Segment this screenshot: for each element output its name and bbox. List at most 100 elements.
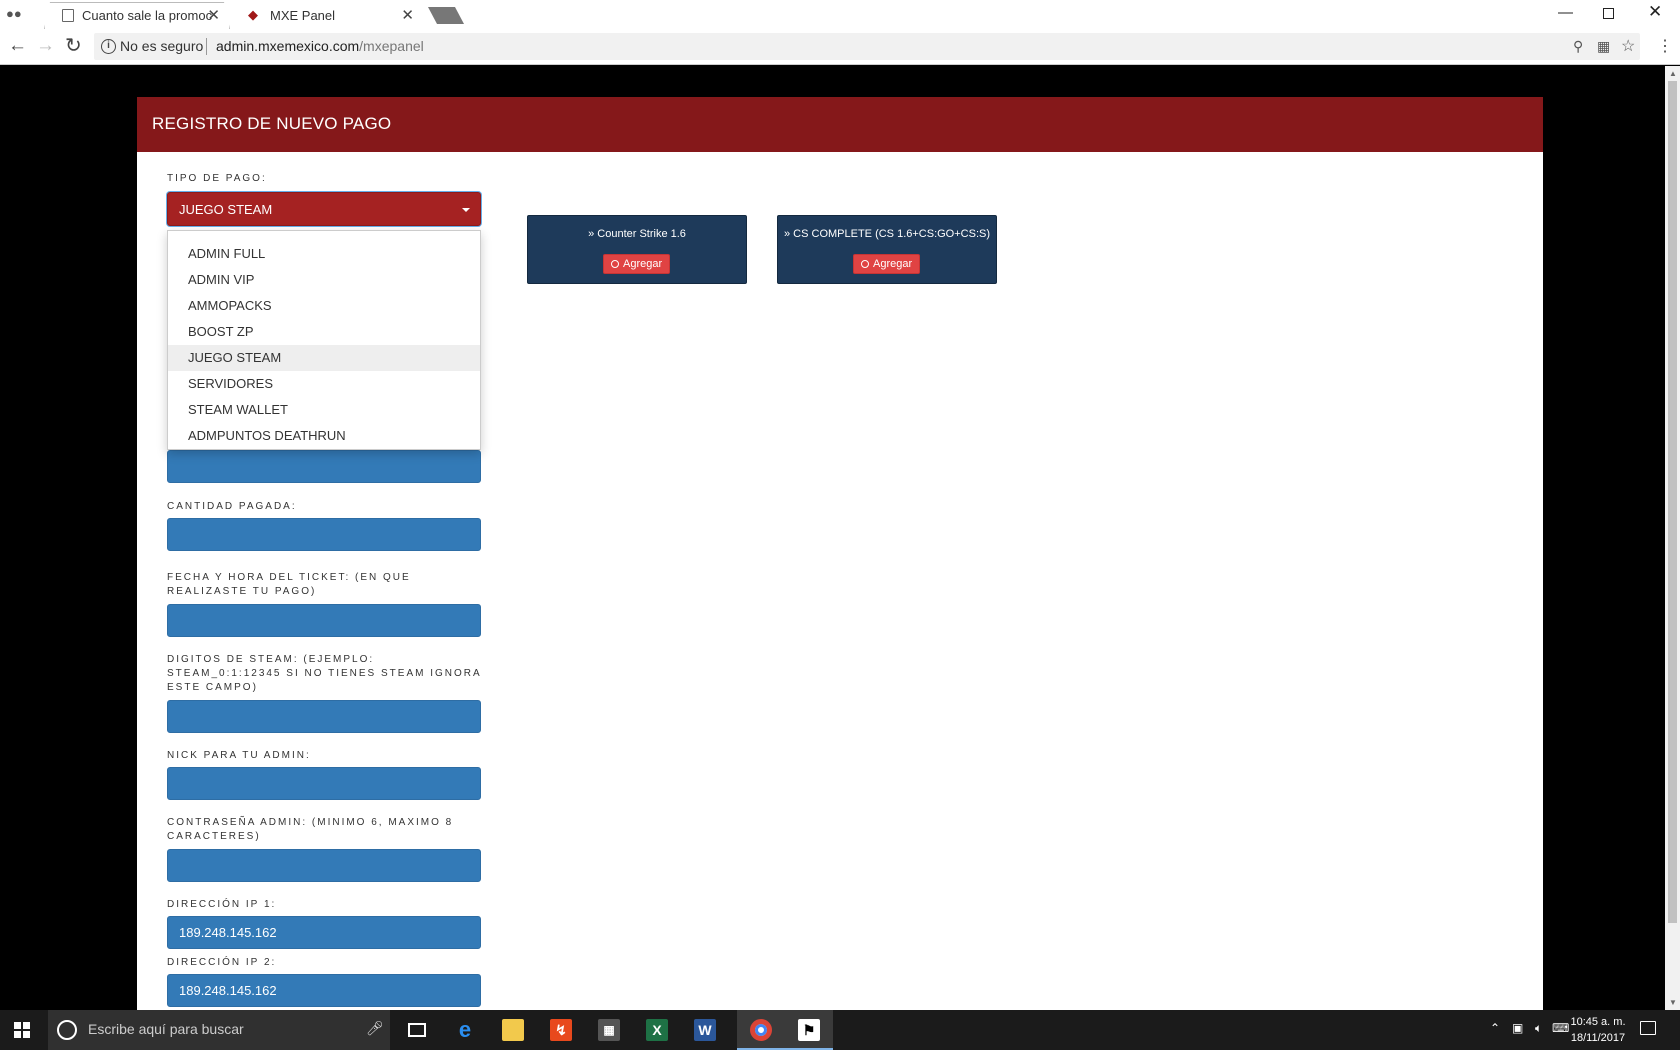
nick-label: NICK PARA TU ADMIN:: [167, 750, 311, 761]
payment-panel: REGISTRO DE NUEVO PAGO TIPO DE PAGO: JUE…: [137, 97, 1543, 1010]
chrome-icon: [750, 1019, 772, 1041]
pdf-icon: ↯: [550, 1019, 572, 1041]
folder-icon: [502, 1019, 524, 1041]
browser-tab-1[interactable]: Cuanto sale la promocio ✕: [44, 2, 230, 29]
key-icon[interactable]: ⚲: [1573, 38, 1583, 55]
word-button[interactable]: W: [681, 1010, 729, 1050]
notification-icon[interactable]: [1640, 1021, 1656, 1035]
tipo-de-pago-select[interactable]: JUEGO STEAM: [167, 192, 481, 226]
cantidad-label: CANTIDAD PAGADA:: [167, 501, 297, 512]
counter-strike-button[interactable]: ⚑: [785, 1010, 833, 1050]
translate-icon[interactable]: ▦: [1597, 38, 1610, 55]
tab-title: Cuanto sale la promocio: [82, 8, 212, 23]
add-product-button[interactable]: Agregar: [853, 254, 921, 274]
restore-icon[interactable]: [1603, 8, 1614, 19]
security-label[interactable]: No es seguro: [120, 38, 203, 54]
product-card-cs16: » Counter Strike 1.6 Agregar: [527, 215, 747, 284]
browser-tab-2[interactable]: ◆ MXE Panel ✕: [232, 2, 424, 29]
url-text[interactable]: admin.mxemexico.com/mxepanel: [216, 38, 424, 54]
clock-time: 10:45 a. m.: [1570, 1016, 1626, 1028]
volume-icon[interactable]: 🔈︎: [1535, 1021, 1542, 1036]
fecha-input[interactable]: [167, 604, 481, 637]
tab-title: MXE Panel: [270, 8, 336, 23]
edge-icon: e: [458, 1017, 472, 1042]
chrome-button[interactable]: [737, 1010, 785, 1050]
task-view-button[interactable]: [393, 1010, 441, 1050]
edge-button[interactable]: e: [441, 1010, 489, 1050]
select-value: JUEGO STEAM: [179, 202, 273, 217]
password-input[interactable]: [167, 849, 481, 882]
chevrons-right-icon: »: [588, 228, 598, 240]
windows-start-icon[interactable]: [14, 1022, 30, 1038]
close-tab-icon[interactable]: ✕: [207, 6, 220, 24]
calculator-button[interactable]: ▦: [585, 1010, 633, 1050]
info-icon[interactable]: i: [101, 39, 116, 54]
circle-icon: [861, 260, 869, 268]
dropdown-option[interactable]: AMMOPACKS: [168, 293, 480, 319]
chevrons-right-icon: »: [783, 228, 794, 240]
search-placeholder: Escribe aquí para buscar: [88, 1021, 244, 1037]
dropdown-option[interactable]: ADMPUNTOS DEATHRUN: [168, 423, 480, 449]
network-icon[interactable]: ▣: [1512, 1021, 1523, 1035]
address-bar[interactable]: i No es seguro admin.mxemexico.com/mxepa…: [94, 33, 1640, 60]
dropdown-option[interactable]: BOOST ZP: [168, 319, 480, 345]
incognito-icon: ●●: [6, 6, 22, 21]
close-tab-icon[interactable]: ✕: [401, 6, 414, 24]
chevron-up-icon[interactable]: ⌃: [1490, 1021, 1500, 1035]
dropdown-option[interactable]: STEAM WALLET: [168, 397, 480, 423]
page-scrollbar[interactable]: ▲ ▼: [1665, 66, 1680, 1010]
microphone-icon[interactable]: 🎤︎: [366, 1020, 384, 1037]
dropdown-option[interactable]: ADMIN VIP: [168, 267, 480, 293]
ip1-input[interactable]: 189.248.145.162: [167, 916, 481, 949]
circle-icon: [611, 260, 619, 268]
hidden-blue-input[interactable]: [167, 450, 481, 483]
new-tab-button[interactable]: [428, 7, 464, 24]
password-label: CONTRASEÑA ADMIN: (MINIMO 6, MAXIMO 8 CA…: [167, 817, 454, 842]
site-favicon-icon: ◆: [248, 7, 258, 22]
add-button-label: Agregar: [873, 258, 913, 270]
product-title: » Counter Strike 1.6: [528, 228, 746, 240]
scroll-up-icon[interactable]: ▲: [1669, 69, 1677, 78]
page-title: REGISTRO DE NUEVO PAGO: [152, 114, 392, 133]
scroll-down-icon[interactable]: ▼: [1669, 998, 1677, 1007]
dropdown-option[interactable]: SERVIDORES: [168, 371, 480, 397]
steam-input[interactable]: [167, 700, 481, 733]
task-view-icon: [408, 1023, 426, 1037]
taskbar-clock[interactable]: 10:45 a. m. 18/11/2017: [1563, 1014, 1633, 1046]
word-icon: W: [694, 1019, 716, 1041]
caret-down-icon: [462, 208, 470, 212]
counter-strike-icon: ⚑: [798, 1019, 820, 1041]
menu-dots-icon[interactable]: ⋮: [1657, 36, 1673, 56]
calculator-icon: ▦: [598, 1019, 620, 1041]
product-name: Counter Strike 1.6: [597, 228, 686, 240]
close-window-icon[interactable]: ✕: [1648, 2, 1662, 22]
product-title: » CS COMPLETE (CS 1.6+CS:GO+CS:S): [778, 228, 996, 240]
windows-taskbar: Escribe aquí para buscar 🎤︎ e ↯ ▦ X W ⚑ …: [0, 1010, 1680, 1050]
ip2-input[interactable]: 189.248.145.162: [167, 974, 481, 1007]
cortana-icon: [57, 1020, 77, 1040]
product-name: CS COMPLETE (CS 1.6+CS:GO+CS:S): [793, 228, 991, 240]
add-button-label: Agregar: [623, 258, 663, 270]
forward-arrow-icon[interactable]: →: [36, 35, 55, 57]
scrollbar-thumb[interactable]: [1668, 81, 1677, 923]
dropdown-option[interactable]: ADMIN FULL: [168, 241, 480, 267]
dropdown-option-selected[interactable]: JUEGO STEAM: [168, 345, 480, 371]
browser-tab-strip: ●● Cuanto sale la promocio ✕ ◆ MXE Panel…: [0, 0, 1680, 29]
minimize-icon[interactable]: —: [1558, 4, 1573, 21]
cantidad-input[interactable]: [167, 518, 481, 551]
excel-button[interactable]: X: [633, 1010, 681, 1050]
ip2-label: DIRECCIÓN IP 2:: [167, 957, 277, 968]
clock-date: 18/11/2017: [1570, 1032, 1626, 1044]
bookmark-star-icon[interactable]: ☆: [1621, 36, 1635, 56]
add-product-button[interactable]: Agregar: [603, 254, 671, 274]
fecha-label: FECHA Y HORA DEL TICKET: (EN QUE REALIZA…: [167, 572, 411, 597]
pdf-reader-button[interactable]: ↯: [537, 1010, 585, 1050]
nick-input[interactable]: [167, 767, 481, 800]
reload-icon[interactable]: ↻: [65, 33, 82, 58]
taskbar-search-box[interactable]: Escribe aquí para buscar 🎤︎: [48, 1010, 390, 1050]
url-path: /mxepanel: [359, 38, 424, 54]
file-explorer-button[interactable]: [489, 1010, 537, 1050]
page-icon: [62, 9, 74, 22]
product-card-cs-complete: » CS COMPLETE (CS 1.6+CS:GO+CS:S) Agrega…: [777, 215, 997, 284]
back-arrow-icon[interactable]: ←: [8, 35, 27, 57]
